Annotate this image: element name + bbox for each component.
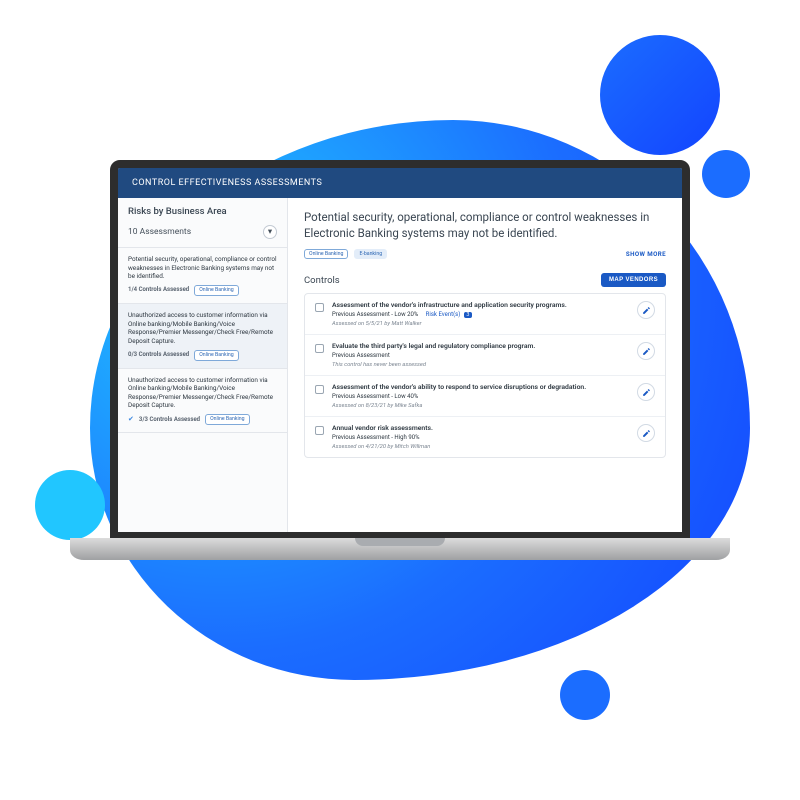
- control-body: Annual vendor risk assessments. Previous…: [332, 424, 625, 450]
- checkbox[interactable]: [315, 426, 324, 435]
- control-title: Assessment of the vendor's ability to re…: [332, 383, 625, 391]
- control-title: Annual vendor risk assessments.: [332, 424, 625, 432]
- control-body: Assessment of the vendor's infrastructur…: [332, 301, 625, 327]
- filter-button[interactable]: ▾: [263, 225, 277, 239]
- controls-heading: Controls: [304, 275, 340, 286]
- risk-item[interactable]: Potential security, operational, complia…: [118, 248, 287, 304]
- controls-list: Assessment of the vendor's infrastructur…: [304, 293, 666, 458]
- edit-button[interactable]: [637, 424, 655, 442]
- control-meta: Assessed on 5/5/21 by Matt Walker: [332, 321, 625, 327]
- decorative-circle: [560, 670, 610, 720]
- show-more-button[interactable]: SHOW MORE: [626, 250, 666, 258]
- pencil-icon: [642, 429, 651, 438]
- tags-row: Online Banking E-banking SHOW MORE: [304, 249, 666, 259]
- page-title: Potential security, operational, complia…: [304, 210, 666, 241]
- controls-header: Controls MAP VENDORS: [304, 273, 666, 287]
- pencil-icon: [642, 388, 651, 397]
- edit-button[interactable]: [637, 342, 655, 360]
- control-row[interactable]: Assessment of the vendor's ability to re…: [305, 376, 665, 417]
- control-body: Assessment of the vendor's ability to re…: [332, 383, 625, 409]
- risk-count: 1/4 Controls Assessed: [128, 286, 189, 294]
- checkbox[interactable]: [315, 303, 324, 312]
- control-sub: Previous Assessment - High 90%: [332, 434, 625, 441]
- control-sub: Previous Assessment - Low 40%: [332, 393, 625, 400]
- risk-tag[interactable]: Online Banking: [194, 350, 238, 361]
- control-title: Assessment of the vendor's infrastructur…: [332, 301, 625, 309]
- risk-text: Unauthorized access to customer informat…: [128, 311, 277, 346]
- risk-events-badge: 3: [464, 312, 472, 318]
- topic-tag[interactable]: E-banking: [354, 249, 387, 259]
- edit-button[interactable]: [637, 383, 655, 401]
- control-meta: This control has never been assessed: [332, 362, 625, 368]
- app-header: CONTROL EFFECTIVENESS ASSESSMENTS: [118, 168, 682, 198]
- checkbox[interactable]: [315, 385, 324, 394]
- app-title: CONTROL EFFECTIVENESS ASSESSMENTS: [132, 178, 322, 188]
- control-sub: Previous Assessment: [332, 352, 625, 359]
- risk-tag[interactable]: Online Banking: [205, 414, 249, 425]
- decorative-circle: [702, 150, 750, 198]
- control-meta: Assessed on 4/21/20 by Mitch Willman: [332, 444, 625, 450]
- control-row[interactable]: Annual vendor risk assessments. Previous…: [305, 417, 665, 457]
- decorative-circle: [600, 35, 720, 155]
- check-icon: ✔: [128, 415, 134, 424]
- pencil-icon: [642, 306, 651, 315]
- control-title: Evaluate the third party's legal and reg…: [332, 342, 625, 350]
- sidebar-subhead: 10 Assessments ▾: [118, 221, 287, 248]
- control-body: Evaluate the third party's legal and reg…: [332, 342, 625, 368]
- edit-button[interactable]: [637, 301, 655, 319]
- control-sub: Previous Assessment - Low 20% Risk Event…: [332, 311, 625, 318]
- control-row[interactable]: Evaluate the third party's legal and reg…: [305, 335, 665, 376]
- sidebar-heading-block: Risks by Business Area: [118, 198, 287, 221]
- main-panel: Potential security, operational, complia…: [288, 198, 682, 532]
- map-vendors-button[interactable]: MAP VENDORS: [601, 273, 666, 287]
- pencil-icon: [642, 347, 651, 356]
- laptop-notch: [355, 538, 445, 546]
- sidebar-heading: Risks by Business Area: [128, 206, 277, 217]
- risk-text: Unauthorized access to customer informat…: [128, 376, 277, 411]
- control-row[interactable]: Assessment of the vendor's infrastructur…: [305, 294, 665, 335]
- laptop-base: [70, 538, 730, 560]
- risk-item[interactable]: Unauthorized access to customer informat…: [118, 304, 287, 369]
- control-meta: Assessed on 8/23/21 by Mike Safka: [332, 403, 625, 409]
- app-screen: CONTROL EFFECTIVENESS ASSESSMENTS Risks …: [110, 160, 690, 540]
- checkbox[interactable]: [315, 344, 324, 353]
- assessments-count: 10 Assessments: [128, 227, 191, 237]
- risk-tag[interactable]: Online Banking: [194, 285, 238, 296]
- risk-text: Potential security, operational, complia…: [128, 255, 277, 281]
- laptop-mockup: CONTROL EFFECTIVENESS ASSESSMENTS Risks …: [100, 160, 700, 580]
- decorative-circle: [35, 470, 105, 540]
- sidebar: Risks by Business Area 10 Assessments ▾ …: [118, 198, 288, 532]
- topic-tag[interactable]: Online Banking: [304, 249, 348, 259]
- risk-count: 0/3 Controls Assessed: [128, 351, 189, 359]
- filter-icon: ▾: [268, 227, 272, 237]
- risk-item[interactable]: Unauthorized access to customer informat…: [118, 369, 287, 434]
- risk-count: 3/3 Controls Assessed: [139, 416, 200, 424]
- app-body: Risks by Business Area 10 Assessments ▾ …: [118, 198, 682, 532]
